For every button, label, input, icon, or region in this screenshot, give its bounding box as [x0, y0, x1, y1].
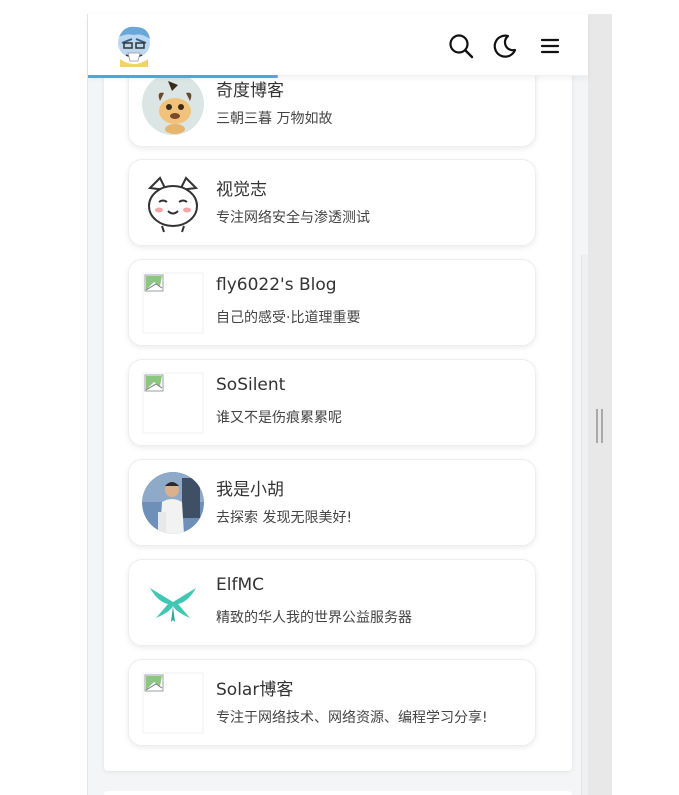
- scrollbar[interactable]: [581, 255, 588, 795]
- link-desc: 精致的华人我的世界公益服务器: [216, 610, 412, 626]
- link-item-woshixiaohu[interactable]: 我是小胡 去探索 发现无限美好!: [128, 459, 536, 546]
- search-button[interactable]: [447, 32, 475, 60]
- link-name: ElfMC: [216, 575, 264, 595]
- link-name: fly6022's Blog: [216, 275, 337, 295]
- broken-image-icon: [142, 372, 204, 434]
- cat-avatar: [142, 172, 204, 234]
- person-photo-avatar: [142, 472, 204, 534]
- link-item-sosilent[interactable]: SoSilent 谁又不是伤痕累累呢: [128, 359, 536, 446]
- link-item-fly6022[interactable]: fly6022's Blog 自己的感受·比道理重要: [128, 259, 536, 346]
- menu-button[interactable]: [536, 32, 564, 60]
- site-logo-avatar[interactable]: [114, 23, 154, 67]
- link-desc: 专注网络安全与渗透测试: [216, 210, 370, 226]
- menu-icon: [540, 38, 560, 54]
- link-desc: 专注于网络技术、网络资源、编程学习分享!: [216, 710, 488, 726]
- reading-progress-bar: [88, 75, 278, 78]
- panel-resize-handle[interactable]: [596, 409, 603, 443]
- link-item-solar[interactable]: Solar博客 专注于网络技术、网络资源、编程学习分享!: [128, 659, 536, 746]
- devtools-panel: [588, 14, 612, 795]
- link-name: 我是小胡: [216, 480, 284, 500]
- link-desc: 自己的感受·比道理重要: [216, 310, 361, 326]
- link-name: Solar博客: [216, 680, 294, 700]
- link-desc: 三朝三暮 万物如故: [216, 111, 333, 127]
- next-card: [104, 791, 572, 795]
- link-name: 奇度博客: [216, 81, 284, 101]
- broken-image-icon: [142, 672, 204, 734]
- broken-image-icon: [142, 272, 204, 334]
- search-icon: [449, 34, 474, 59]
- link-desc: 去探索 发现无限美好!: [216, 510, 353, 526]
- link-name: SoSilent: [216, 375, 286, 395]
- link-name: 视觉志: [216, 180, 267, 200]
- link-desc: 谁又不是伤痕累累呢: [216, 410, 342, 426]
- site-header: [88, 14, 588, 76]
- dark-mode-toggle[interactable]: [491, 32, 519, 60]
- link-item-shijuezhi[interactable]: 视觉志 专注网络安全与渗透测试: [128, 159, 536, 246]
- link-item-elfmc[interactable]: ElfMC 精致的华人我的世界公益服务器: [128, 559, 536, 646]
- dog-avatar: [142, 73, 204, 135]
- elf-wings-logo: [142, 572, 204, 634]
- moon-icon: [493, 34, 517, 58]
